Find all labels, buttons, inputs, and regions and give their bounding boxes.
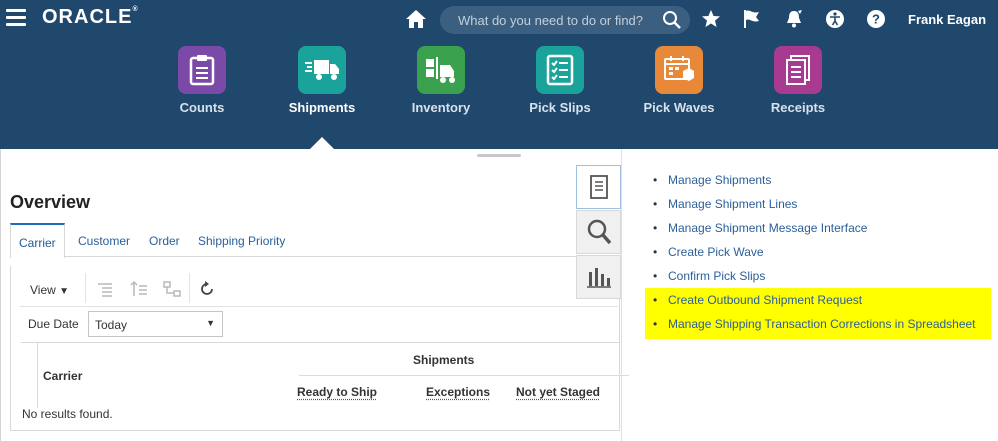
search-input[interactable] [458,10,658,30]
task-link-manage-shipping-transaction-corrections[interactable]: Manage Shipping Transaction Corrections … [668,317,976,331]
app-label: Inventory [411,100,471,115]
view-menu-label: View [30,283,56,297]
task-list-icon [589,175,608,199]
app-label: Pick Waves [643,100,715,115]
bar-chart-icon [586,268,611,288]
tasks-panel: Manage Shipments Manage Shipment Lines M… [621,149,998,441]
app-springboard: Counts Shipments Inventory Pick Slips Pi… [0,46,998,126]
app-inventory[interactable]: Inventory [386,46,496,115]
panel-drag-handle[interactable] [477,154,521,157]
due-date-label: Due Date [28,317,79,331]
side-tab-analytics[interactable] [576,255,621,299]
app-pick-slips[interactable]: Pick Slips [505,46,615,115]
overview-tabs: Carrier Customer Order Shipping Priority [10,223,620,258]
app-label: Counts [179,100,225,115]
chevron-down-icon: ▼ [59,286,70,297]
refresh-icon[interactable] [198,280,216,298]
column-header-not-yet-staged[interactable]: Not yet Staged [516,385,600,399]
collapse-all-icon[interactable] [96,280,114,298]
navigator-menu-icon[interactable] [6,9,26,27]
task-links: Manage Shipments Manage Shipment Lines M… [648,168,976,336]
shipments-table: Shipments Carrier Ready to Ship Exceptio… [21,342,629,408]
list-item: Manage Shipment Lines [648,192,976,216]
task-link-manage-shipment-message-interface[interactable]: Manage Shipment Message Interface [668,221,867,235]
app-root: ORACLE® ? [0,0,998,441]
chevron-down-icon: ▼ [206,318,215,328]
app-tile [655,46,703,94]
list-item: Confirm Pick Slips [648,264,976,288]
column-header-exceptions[interactable]: Exceptions [426,385,490,399]
side-tab-search[interactable] [576,210,621,254]
tab-order[interactable]: Order [141,223,188,257]
side-tab-tasks[interactable] [576,165,621,209]
due-date-value: Today [95,318,128,332]
list-item: Create Outbound Shipment Request [648,288,976,312]
tab-customer[interactable]: Customer [70,223,138,257]
documents-icon [786,55,810,85]
task-link-confirm-pick-slips[interactable]: Confirm Pick Slips [668,269,765,283]
header-divider [299,375,629,376]
app-receipts[interactable]: Receipts [743,46,853,115]
list-item: Manage Shipping Transaction Corrections … [648,312,976,336]
toolbar-divider [189,273,190,303]
app-label: Shipments [288,100,356,115]
column-header-ready-to-ship[interactable]: Ready to Ship [297,385,377,399]
forklift-icon [426,57,455,83]
expand-all-icon[interactable] [130,280,148,298]
help-icon[interactable]: ? [866,9,886,29]
search-icon [587,219,611,245]
list-item: Create Pick Wave [648,240,976,264]
overview-title: Overview [10,192,91,212]
calendar-boxes-icon [664,56,694,81]
global-search [440,6,690,34]
task-link-create-outbound-shipment-request[interactable]: Create Outbound Shipment Request [668,293,862,307]
svg-text:?: ? [872,12,880,27]
due-date-select[interactable]: Today ▼ [88,311,223,337]
table-toolbar: View ▼ [20,273,618,307]
app-tile [178,46,226,94]
checklist-icon [546,54,574,86]
tab-shipping-priority[interactable]: Shipping Priority [190,223,293,257]
row-selector-column [21,343,38,408]
list-item: Manage Shipments [648,168,976,192]
app-tile [298,46,346,94]
app-label: Pick Slips [529,100,591,115]
clipboard-icon [189,55,215,86]
column-header-carrier[interactable]: Carrier [43,369,82,383]
app-label: Receipts [770,100,826,115]
app-counts[interactable]: Counts [147,46,257,115]
search-icon[interactable] [662,10,682,30]
global-header: ORACLE® ? [0,0,998,150]
column-group-shipments: Shipments [413,353,475,367]
watchlist-flag-icon[interactable] [742,9,762,29]
no-results-message: No results found. [22,407,113,421]
task-link-create-pick-wave[interactable]: Create Pick Wave [668,245,764,259]
notifications-bell-icon[interactable] [784,9,804,29]
overview-panel: Overview Carrier Customer Order Shipping… [0,149,629,441]
accessibility-icon[interactable] [825,9,845,29]
favorites-star-icon[interactable] [701,9,721,29]
tab-carrier[interactable]: Carrier [10,223,65,258]
app-tile [536,46,584,94]
task-link-manage-shipment-lines[interactable]: Manage Shipment Lines [668,197,797,211]
app-pick-waves[interactable]: Pick Waves [624,46,734,115]
list-item: Manage Shipment Message Interface [648,216,976,240]
truck-icon [305,60,339,80]
app-tile [417,46,465,94]
oracle-logo[interactable]: ORACLE® [42,6,139,29]
view-menu-button[interactable]: View ▼ [30,283,69,297]
app-tile [774,46,822,94]
user-name[interactable]: Frank Eagan [908,12,986,27]
oracle-logo-text: ORACLE [42,6,133,28]
home-icon[interactable] [404,8,428,30]
app-shipments[interactable]: Shipments [267,46,377,115]
hierarchy-icon[interactable] [163,280,181,298]
toolbar-divider [85,273,86,303]
oracle-logo-mark: ® [132,6,139,13]
task-link-manage-shipments[interactable]: Manage Shipments [668,173,771,187]
